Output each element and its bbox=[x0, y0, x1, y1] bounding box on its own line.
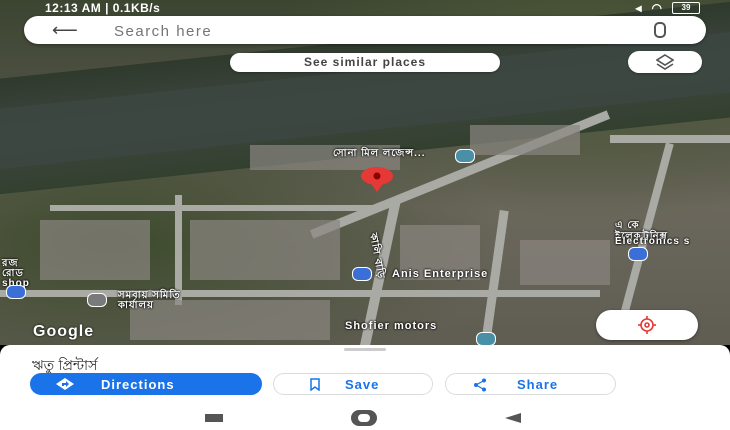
map-view[interactable]: সোনা মিল লজেন্স... কালি বাড়ি Anis Enter… bbox=[0, 0, 730, 345]
building bbox=[190, 220, 340, 280]
building bbox=[40, 220, 150, 280]
google-logo: Google bbox=[33, 323, 95, 340]
directions-label: Directions bbox=[101, 376, 175, 392]
layers-icon bbox=[656, 54, 674, 70]
microphone-icon[interactable] bbox=[654, 22, 666, 38]
building bbox=[470, 125, 580, 155]
bookmark-icon bbox=[310, 378, 320, 391]
directions-button[interactable]: Directions bbox=[30, 373, 262, 395]
road bbox=[610, 135, 730, 143]
shop-poi-icon[interactable] bbox=[352, 267, 372, 281]
layers-button[interactable] bbox=[628, 51, 702, 73]
signal-icon: ◂ bbox=[635, 1, 642, 15]
search-bar[interactable]: ⟵ bbox=[24, 16, 706, 44]
battery-icon: 39 bbox=[672, 2, 700, 14]
share-icon bbox=[474, 378, 486, 392]
share-label: Share bbox=[517, 376, 559, 392]
shofier-poi-icon[interactable] bbox=[476, 332, 496, 345]
status-time: 12:13 AM | 0.1KB/s bbox=[45, 1, 161, 15]
place-sheet[interactable]: ঋতু প্রিন্টার্স Directions Save Share bbox=[0, 345, 730, 407]
save-button[interactable]: Save bbox=[273, 373, 433, 395]
search-input[interactable] bbox=[112, 19, 596, 43]
recent-apps-icon[interactable] bbox=[205, 414, 223, 422]
road bbox=[50, 205, 380, 211]
my-location-button[interactable] bbox=[596, 310, 698, 340]
anis-enterprise-label[interactable]: Anis Enterprise bbox=[392, 268, 488, 280]
crosshair-icon bbox=[638, 316, 656, 334]
back-icon[interactable] bbox=[505, 413, 521, 423]
electronics-label[interactable]: Electronics s bbox=[615, 236, 690, 247]
electronics-poi-icon[interactable] bbox=[628, 247, 648, 261]
wifi-icon: ◠ bbox=[651, 1, 662, 15]
status-bar: 12:13 AM | 0.1KB/s ◂ ◠ 39 bbox=[0, 0, 730, 16]
system-nav-bar bbox=[0, 407, 730, 430]
office-poi-icon[interactable] bbox=[87, 293, 107, 307]
poi-icon[interactable] bbox=[455, 149, 475, 163]
save-label: Save bbox=[345, 376, 380, 392]
share-button[interactable]: Share bbox=[445, 373, 616, 395]
see-similar-places-chip[interactable]: See similar places bbox=[230, 53, 500, 72]
office-label[interactable]: সমবায় সমিতি কার্যালয় bbox=[118, 291, 181, 311]
building bbox=[520, 240, 610, 285]
location-pin-icon[interactable] bbox=[360, 166, 394, 197]
home-icon[interactable] bbox=[351, 410, 377, 426]
shofier-motors-label[interactable]: Shofier motors bbox=[345, 320, 437, 332]
directions-icon bbox=[56, 378, 74, 390]
status-icons: ◂ ◠ 39 bbox=[635, 1, 700, 15]
back-arrow-icon[interactable]: ⟵ bbox=[52, 21, 78, 39]
left-shop-poi-icon[interactable] bbox=[6, 285, 26, 299]
place-label[interactable]: সোনা মিল লজেন্স... bbox=[333, 148, 424, 159]
sheet-handle[interactable] bbox=[344, 348, 386, 351]
road bbox=[175, 195, 182, 305]
